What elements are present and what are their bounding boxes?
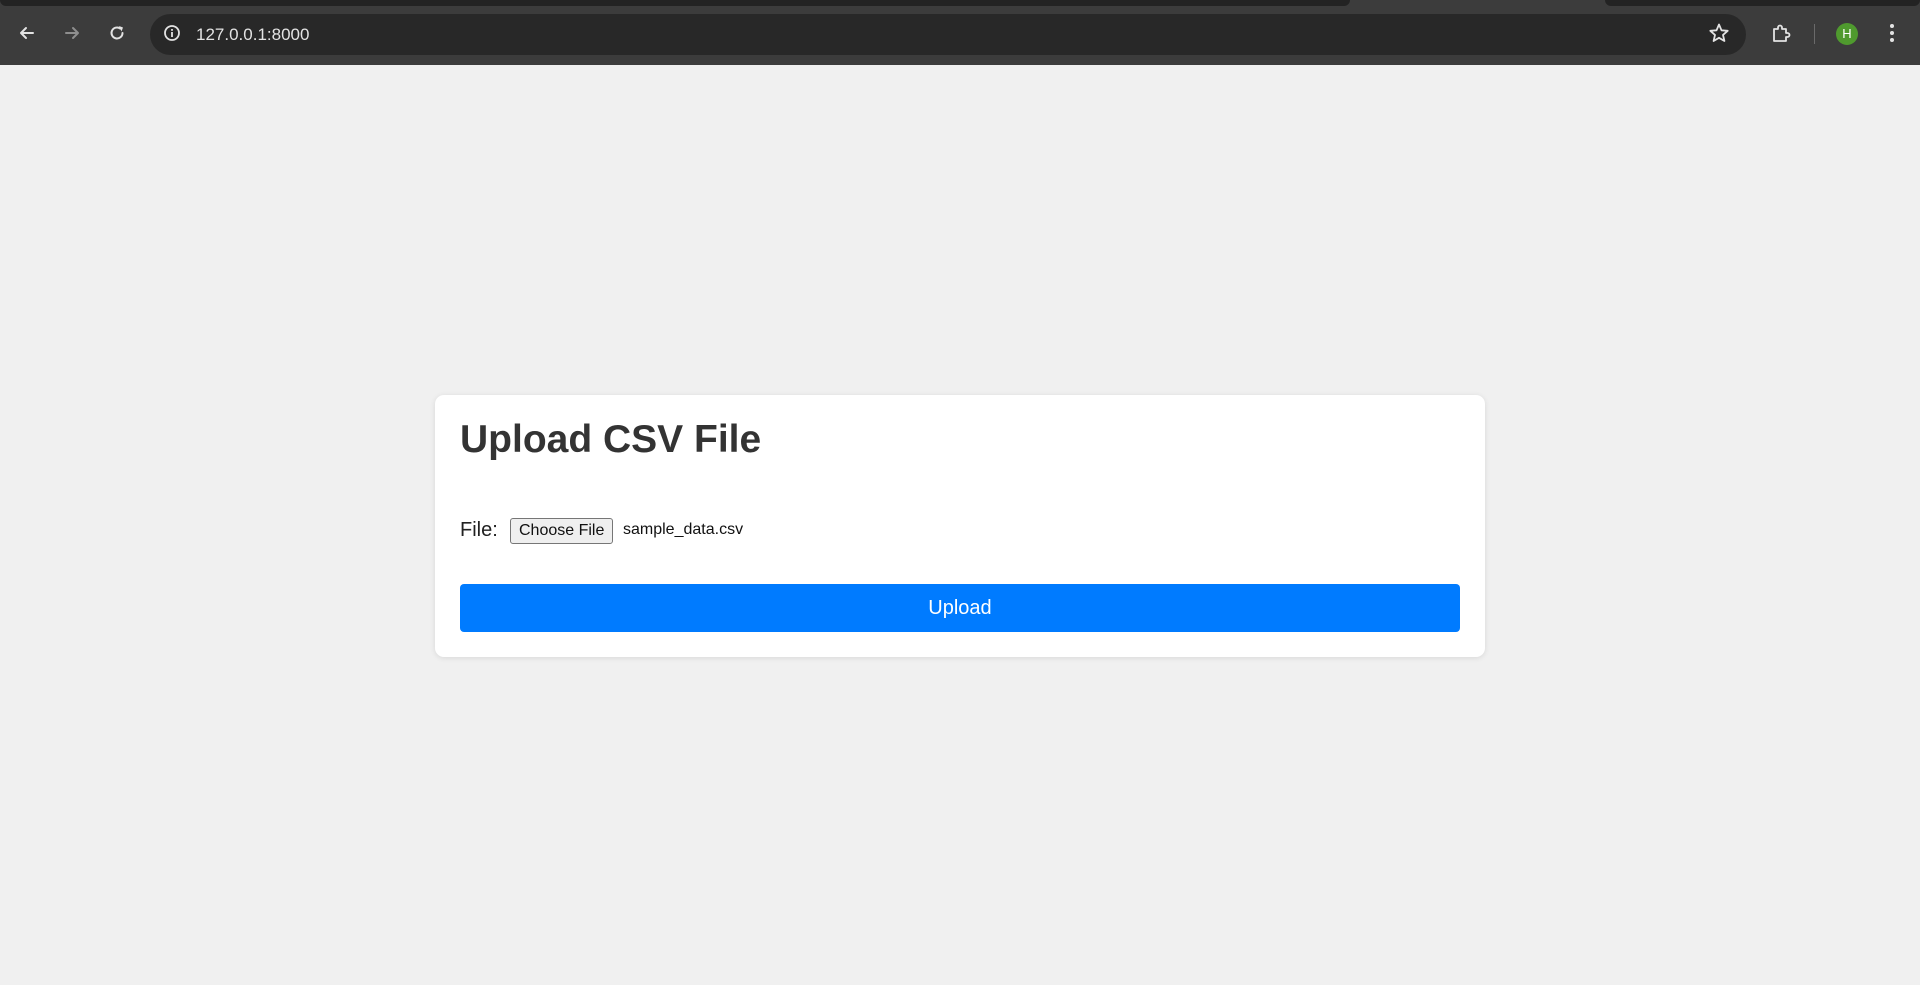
toolbar-divider: [1814, 24, 1815, 44]
upload-button[interactable]: Upload: [460, 584, 1460, 632]
extensions-button[interactable]: [1765, 17, 1797, 49]
arrow-left-icon: [17, 23, 37, 43]
site-info-button[interactable]: [160, 23, 184, 47]
tab-strip-edge: [0, 0, 1350, 6]
choose-file-button[interactable]: Choose File: [510, 518, 614, 544]
puzzle-icon: [1770, 22, 1792, 44]
info-icon: [163, 24, 181, 47]
url-text[interactable]: 127.0.0.1:8000: [196, 25, 309, 45]
reload-icon: [107, 23, 127, 43]
profile-avatar[interactable]: H: [1836, 23, 1858, 45]
selected-file-name: sample_data.csv: [623, 521, 744, 538]
browser-menu-button[interactable]: [1876, 17, 1908, 49]
reload-button[interactable]: [101, 17, 133, 49]
kebab-menu-icon: [1889, 23, 1895, 43]
arrow-right-icon: [62, 23, 82, 43]
upload-card: Upload CSV File File: Choose File sample…: [435, 395, 1485, 657]
bookmark-button[interactable]: [1706, 22, 1732, 48]
file-label: File:: [460, 519, 498, 541]
back-button[interactable]: [11, 17, 43, 49]
page-title: Upload CSV File: [460, 418, 762, 461]
forward-button[interactable]: [56, 17, 88, 49]
star-icon: [1708, 22, 1730, 49]
browser-toolbar: 127.0.0.1:8000 H: [0, 0, 1920, 65]
tab-strip-edge-right: [1605, 0, 1920, 6]
address-bar[interactable]: 127.0.0.1:8000: [150, 14, 1746, 55]
